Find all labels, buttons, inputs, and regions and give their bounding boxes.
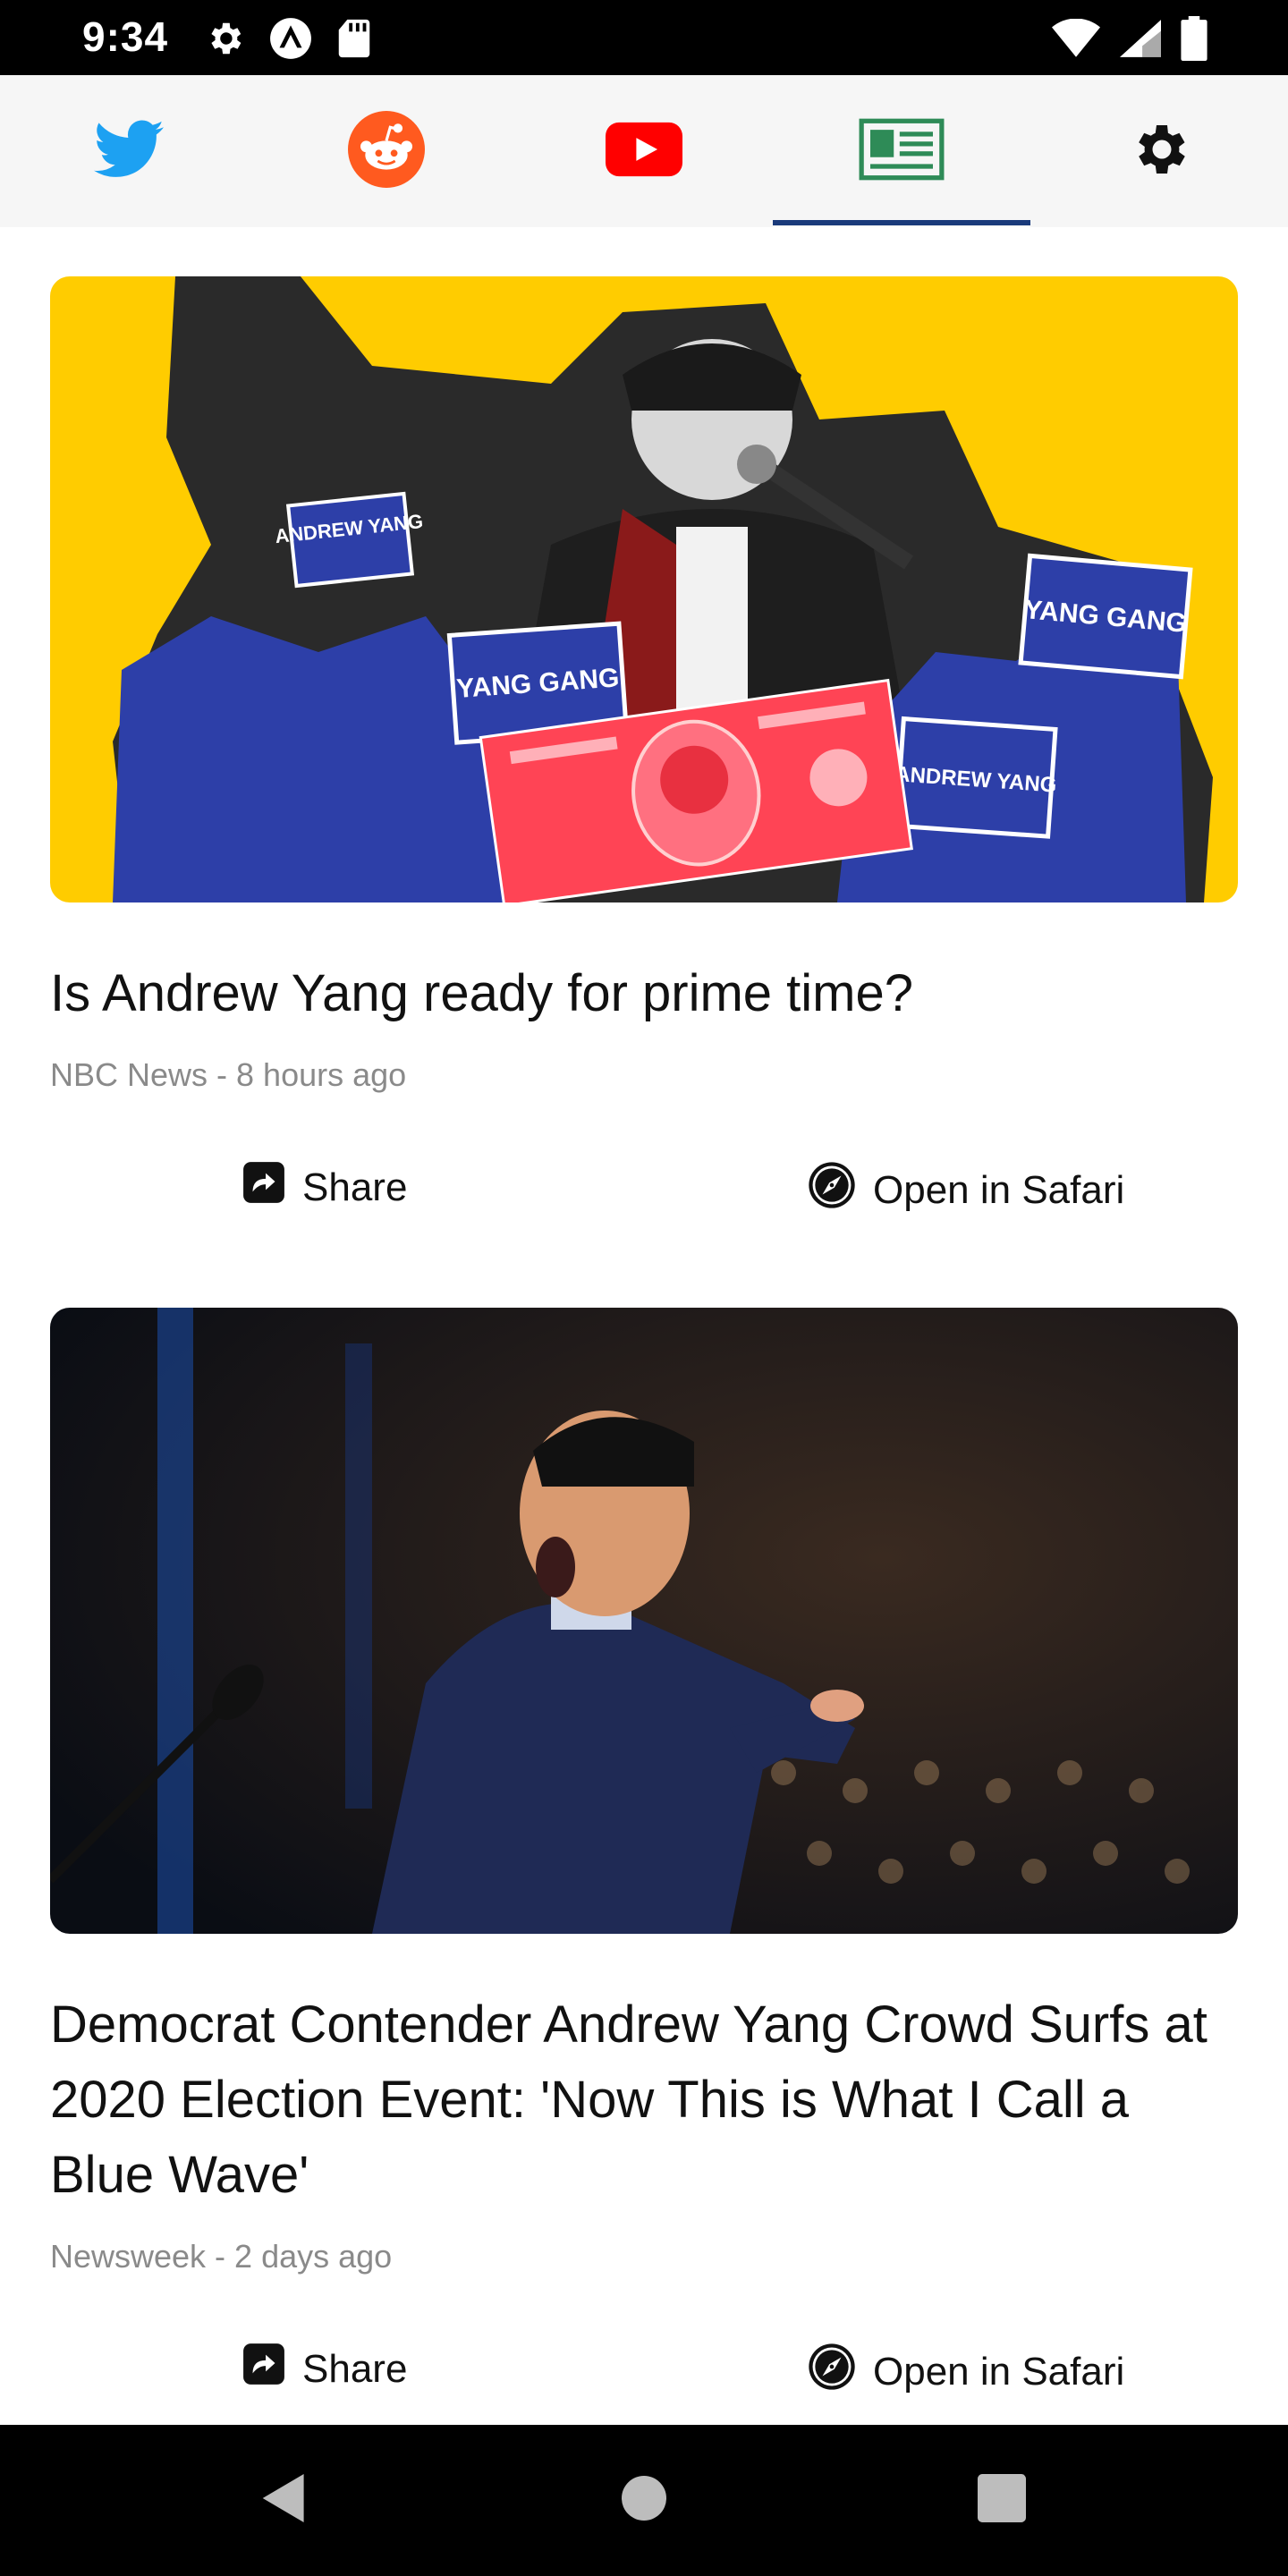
- share-icon: [242, 1160, 286, 1215]
- article-title[interactable]: Democrat Contender Andrew Yang Crowd Sur…: [50, 1987, 1238, 2213]
- reddit-icon: [348, 110, 425, 192]
- tab-reddit[interactable]: [258, 75, 515, 227]
- back-button[interactable]: [213, 2425, 356, 2576]
- article-actions: Share Open in Safari: [50, 2342, 1238, 2425]
- safari-label: Open in Safari: [873, 2349, 1125, 2394]
- recents-button[interactable]: [930, 2425, 1073, 2576]
- share-label: Share: [302, 2346, 408, 2391]
- youtube-icon: [606, 122, 682, 182]
- article-image[interactable]: [50, 1308, 1238, 1934]
- news-feed[interactable]: ANDREW YANG YANG GANG YANG GANG ANDREW Y…: [0, 227, 1288, 2425]
- open-in-safari-button[interactable]: Open in Safari: [807, 1160, 1124, 1220]
- status-time: 9:34: [82, 13, 169, 60]
- tab-twitter[interactable]: [0, 75, 258, 227]
- safari-label: Open in Safari: [873, 1167, 1125, 1212]
- article-card: Democrat Contender Andrew Yang Crowd Sur…: [50, 1308, 1238, 2425]
- share-button[interactable]: Share: [242, 1160, 407, 1215]
- battery-icon: [1181, 16, 1208, 65]
- system-nav-bar: [0, 2425, 1288, 2576]
- gear-icon: [204, 18, 245, 64]
- newspaper-icon: [858, 118, 945, 185]
- status-bar: 9:34: [0, 0, 1288, 75]
- article-actions: Share Open in Safari: [50, 1160, 1238, 1258]
- wifi-icon: [1052, 18, 1100, 63]
- app-tab-bar: [0, 75, 1288, 227]
- share-button[interactable]: Share: [242, 2342, 407, 2396]
- tab-news[interactable]: [773, 75, 1030, 227]
- warning-icon: [268, 16, 313, 65]
- active-tab-indicator: [773, 220, 1030, 225]
- home-button[interactable]: [572, 2425, 716, 2576]
- open-in-safari-button[interactable]: Open in Safari: [807, 2342, 1124, 2402]
- twitter-bird-icon: [94, 119, 164, 183]
- share-icon: [242, 2342, 286, 2396]
- status-left-icons: [204, 16, 372, 65]
- gear-icon: [1127, 117, 1191, 186]
- tab-youtube[interactable]: [515, 75, 773, 227]
- compass-icon: [807, 1160, 857, 1220]
- article-image[interactable]: ANDREW YANG YANG GANG YANG GANG ANDREW Y…: [50, 276, 1238, 902]
- sd-card-icon: [336, 18, 372, 64]
- article-meta: Newsweek - 2 days ago: [50, 2238, 393, 2275]
- tab-settings[interactable]: [1030, 75, 1288, 227]
- back-triangle-icon: [260, 2471, 309, 2529]
- article-card: ANDREW YANG YANG GANG YANG GANG ANDREW Y…: [50, 276, 1238, 1258]
- status-right-icons: [1052, 16, 1208, 65]
- home-circle-icon: [622, 2476, 666, 2525]
- article-meta: NBC News - 8 hours ago: [50, 1056, 407, 1093]
- recents-square-icon: [978, 2474, 1026, 2527]
- share-label: Share: [302, 1165, 408, 1209]
- article-title[interactable]: Is Andrew Yang ready for prime time?: [50, 956, 1238, 1031]
- compass-icon: [807, 2342, 857, 2402]
- signal-icon: [1120, 19, 1161, 63]
